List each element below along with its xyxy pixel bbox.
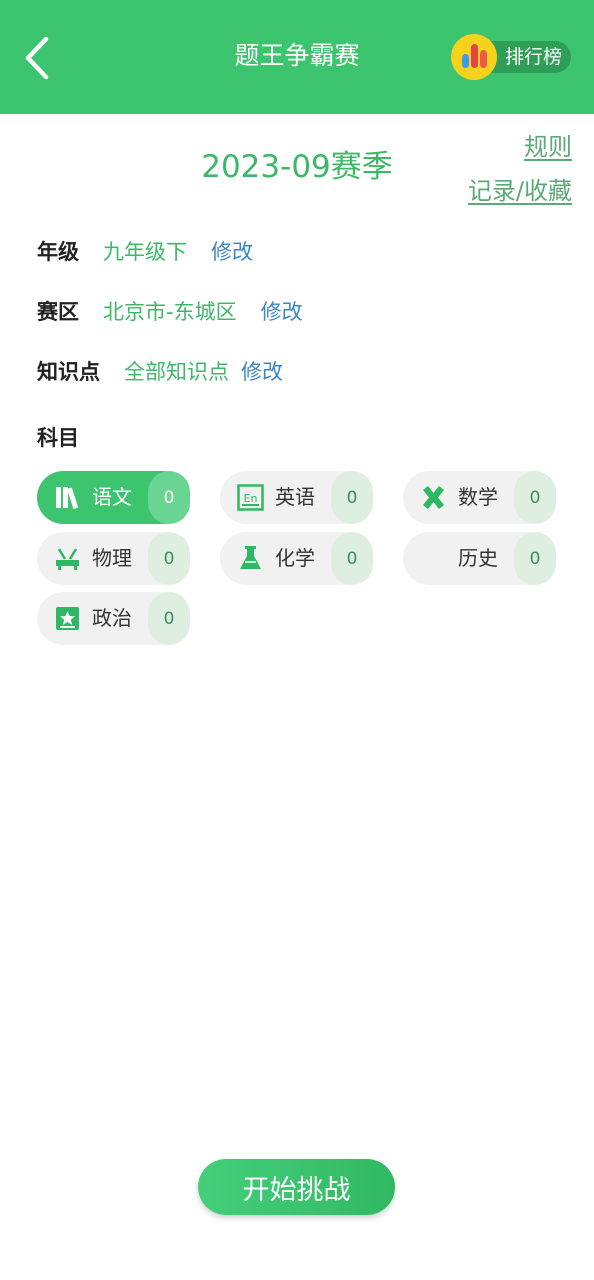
rules-link[interactable]: 规则 — [524, 132, 572, 162]
ranking-button[interactable]: 排行榜 — [451, 34, 571, 80]
subject-count: 0 — [331, 471, 373, 524]
subject-label: 英语 — [275, 485, 315, 509]
subject-count: 0 — [514, 471, 556, 524]
app-header: 题王争霸赛 排行榜 — [0, 0, 594, 114]
grade-value: 九年级下 — [103, 240, 187, 264]
knowledge-row: 知识点 全部知识点 修改 — [37, 354, 283, 388]
subject-count: 0 — [148, 532, 190, 585]
grade-row: 年级 九年级下 修改 — [37, 234, 253, 268]
subject-chip-chemistry[interactable]: 化学 0 — [220, 532, 373, 585]
subject-count: 0 — [148, 592, 190, 645]
flask-icon — [240, 546, 261, 569]
records-favorites-link[interactable]: 记录/收藏 — [468, 176, 572, 206]
books-icon — [56, 487, 79, 510]
start-challenge-button[interactable]: 开始挑战 — [198, 1159, 395, 1215]
grade-edit-link[interactable]: 修改 — [211, 236, 253, 266]
ranking-chart-icon — [451, 34, 497, 80]
subject-label: 语文 — [92, 485, 132, 509]
region-label: 赛区 — [37, 300, 79, 324]
star-badge-icon — [56, 607, 79, 630]
subject-count: 0 — [148, 471, 190, 524]
grade-label: 年级 — [37, 240, 79, 264]
english-icon: En — [237, 484, 264, 511]
subjects-heading: 科目 — [37, 426, 79, 450]
subject-chip-history[interactable]: 历史 0 — [403, 532, 556, 585]
subject-chip-english[interactable]: En 英语 0 — [220, 471, 373, 524]
subject-label: 物理 — [92, 546, 132, 570]
subject-chip-math[interactable]: 数学 0 — [403, 471, 556, 524]
ranking-label: 排行榜 — [505, 46, 563, 68]
region-value: 北京市-东城区 — [103, 300, 237, 324]
subject-label: 数学 — [458, 485, 498, 509]
subject-label: 政治 — [92, 606, 132, 630]
subject-chip-politics[interactable]: 政治 0 — [37, 592, 190, 645]
region-row: 赛区 北京市-东城区 修改 — [37, 294, 303, 328]
region-edit-link[interactable]: 修改 — [261, 296, 303, 326]
subject-count: 0 — [514, 532, 556, 585]
knowledge-value: 全部知识点 — [124, 360, 229, 384]
subject-chip-physics[interactable]: 物理 0 — [37, 532, 190, 585]
svg-text:En: En — [244, 492, 258, 505]
subject-chip-chinese[interactable]: 语文 0 — [37, 471, 190, 524]
subject-label: 化学 — [275, 546, 315, 570]
physics-icon — [56, 548, 79, 570]
subject-count: 0 — [331, 532, 373, 585]
math-icon — [423, 486, 444, 509]
knowledge-edit-link[interactable]: 修改 — [241, 356, 283, 386]
subject-label: 历史 — [458, 546, 498, 570]
knowledge-label: 知识点 — [37, 360, 100, 384]
